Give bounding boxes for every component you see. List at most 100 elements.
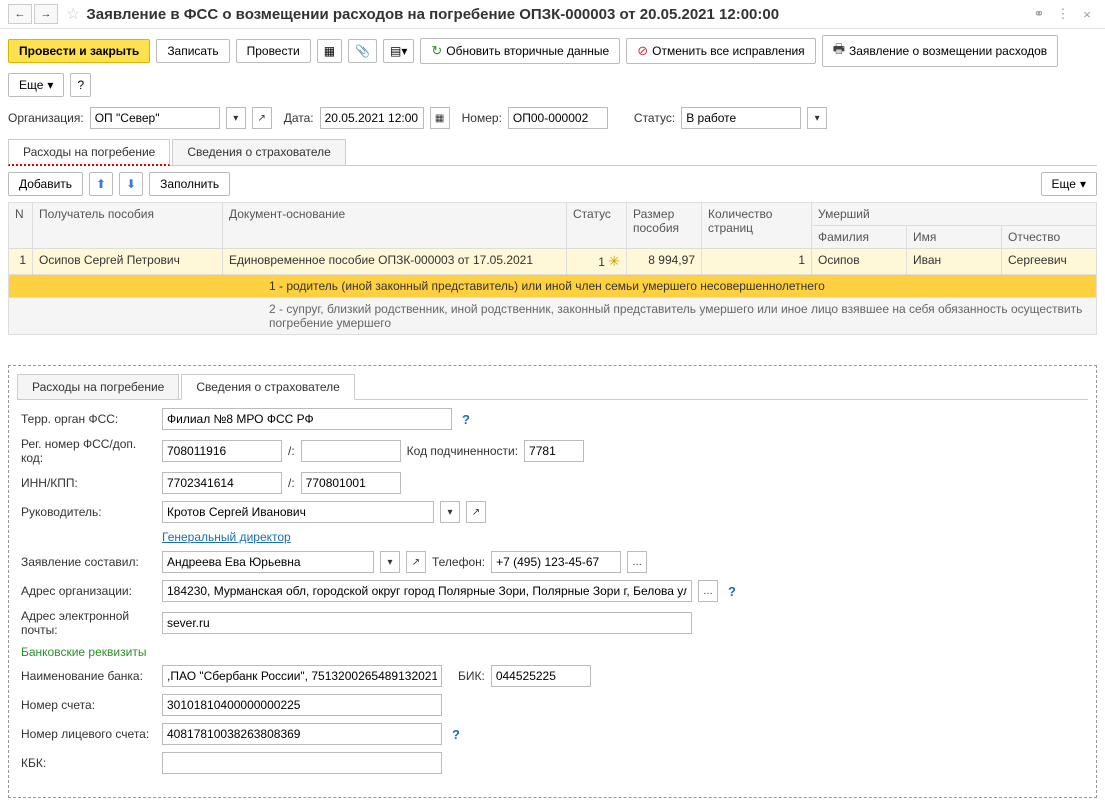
org-open-button[interactable]: ↗ [252,107,272,129]
page-title: Заявление в ФСС о возмещении расходов на… [86,6,1025,23]
inn-field[interactable] [162,472,282,494]
bank-section-title: Банковские реквизиты [21,645,1084,659]
org-label: Организация: [8,111,84,125]
email-label: Адрес электронной почты: [21,609,156,637]
head-dropdown-button[interactable]: ▾ [440,501,460,523]
help-button[interactable]: ? [70,73,91,97]
move-up-button[interactable]: ⬆ [89,172,113,196]
move-down-button[interactable]: ⬇ [119,172,143,196]
clip-icon: 📎 [355,44,370,58]
pers-label: Номер лицевого счета: [21,727,156,741]
status-field[interactable] [681,107,801,129]
head-position-link[interactable]: Генеральный директор [162,530,291,544]
cell-status[interactable]: 1 ✳ [567,249,627,275]
cancel-fixes-button[interactable]: ⊘ Отменить все исправления [626,38,815,64]
org-dropdown-button[interactable]: ▾ [226,107,246,129]
status-label: Статус: [634,111,675,125]
report-button[interactable]: 🖶 Заявление о возмещении расходов [822,35,1058,67]
col-lastname: Фамилия [812,226,907,249]
post-button[interactable]: Провести [236,39,311,63]
head-open-button[interactable]: ↗ [466,501,486,523]
cell-pages: 1 [702,249,812,275]
table-more-button[interactable]: Еще ▾ [1041,172,1097,196]
dropdown-button[interactable]: ▤▾ [383,39,414,63]
pers-help-icon[interactable]: ? [452,727,460,742]
status-option-2[interactable]: 2 - супруг, близкий родственник, иной ро… [9,298,1097,335]
kpp-field[interactable] [301,472,401,494]
compiler-dropdown-button[interactable]: ▾ [380,551,400,573]
cell-n: 1 [9,249,33,275]
menu-icon[interactable]: ⋮ [1053,4,1073,24]
date-picker-button[interactable]: ▦ [430,107,450,129]
post-close-button[interactable]: Провести и закрыть [8,39,150,63]
write-button[interactable]: Записать [156,39,229,63]
compiler-label: Заявление составил: [21,555,156,569]
print-icon: 🖶 [833,40,845,62]
sub-field[interactable] [524,440,584,462]
link-icon[interactable]: ⚭ [1029,4,1049,24]
email-field[interactable] [162,612,692,634]
sub-label: Код подчиненности: [407,444,518,458]
head-label: Руководитель: [21,505,156,519]
more-button[interactable]: Еще ▾ [8,73,64,97]
document-icon: ▦ [324,44,335,58]
col-doc: Документ-основание [223,203,567,249]
acc-label: Номер счета: [21,698,156,712]
col-pages: Количество страниц [702,203,812,249]
bank-label: Наименование банка: [21,669,156,683]
refresh-button[interactable]: ↻ Обновить вторичные данные [420,38,620,64]
acc-field[interactable] [162,694,442,716]
reg-field[interactable] [162,440,282,462]
attach-button[interactable]: 📎 [348,39,377,63]
addr-label: Адрес организации: [21,584,156,598]
num-field[interactable] [508,107,608,129]
date-label: Дата: [284,111,314,125]
inn-label: ИНН/КПП: [21,476,156,490]
tab-insurer-info[interactable]: Сведения о страхователе [172,139,346,165]
lower-tab-expenses[interactable]: Расходы на погребение [17,374,179,399]
num-label: Номер: [462,111,502,125]
phone-more-button[interactable]: … [627,551,647,573]
refresh-icon: ↻ [431,43,442,59]
status-option-1[interactable]: 1 - родитель (иной законный представител… [9,275,1097,298]
nav-forward-button[interactable]: → [34,4,58,24]
cell-lastname: Осипов [812,249,907,275]
org-field[interactable] [90,107,220,129]
show-movements-button[interactable]: ▦ [317,39,342,63]
col-recipient: Получатель пособия [33,203,223,249]
table-row[interactable]: 1 Осипов Сергей Петрович Единовременное … [9,249,1097,275]
col-n: N [9,203,33,249]
cell-amount: 8 994,97 [627,249,702,275]
cell-firstname: Иван [907,249,1002,275]
cancel-icon: ⊘ [637,43,648,59]
close-icon[interactable]: × [1077,4,1097,24]
favorite-star-icon[interactable]: ☆ [66,4,80,24]
head-field[interactable] [162,501,434,523]
status-dropdown-button[interactable]: ▾ [807,107,827,129]
date-field[interactable] [320,107,424,129]
cell-recipient: Осипов Сергей Петрович [33,249,223,275]
terr-field[interactable] [162,408,452,430]
tab-expenses[interactable]: Расходы на погребение [8,139,170,166]
nav-back-button[interactable]: ← [8,4,32,24]
phone-label: Телефон: [432,555,485,569]
reg-label: Рег. номер ФСС/доп. код: [21,437,156,465]
reg-extra-field[interactable] [301,440,401,462]
col-firstname: Имя [907,226,1002,249]
compiler-open-button[interactable]: ↗ [406,551,426,573]
lower-tab-insurer[interactable]: Сведения о страхователе [181,374,355,400]
fill-button[interactable]: Заполнить [149,172,230,196]
col-status: Статус [567,203,627,249]
status-edit-icon: ✳ [608,253,620,269]
addr-field[interactable] [162,580,692,602]
addr-help-icon[interactable]: ? [728,584,736,599]
addr-more-button[interactable]: … [698,580,718,602]
pers-field[interactable] [162,723,442,745]
kbk-field[interactable] [162,752,442,774]
phone-field[interactable] [491,551,621,573]
terr-help-icon[interactable]: ? [462,412,470,427]
add-button[interactable]: Добавить [8,172,83,196]
col-amount: Размер пособия [627,203,702,249]
compiler-field[interactable] [162,551,374,573]
page-icon: ▤▾ [390,44,407,58]
